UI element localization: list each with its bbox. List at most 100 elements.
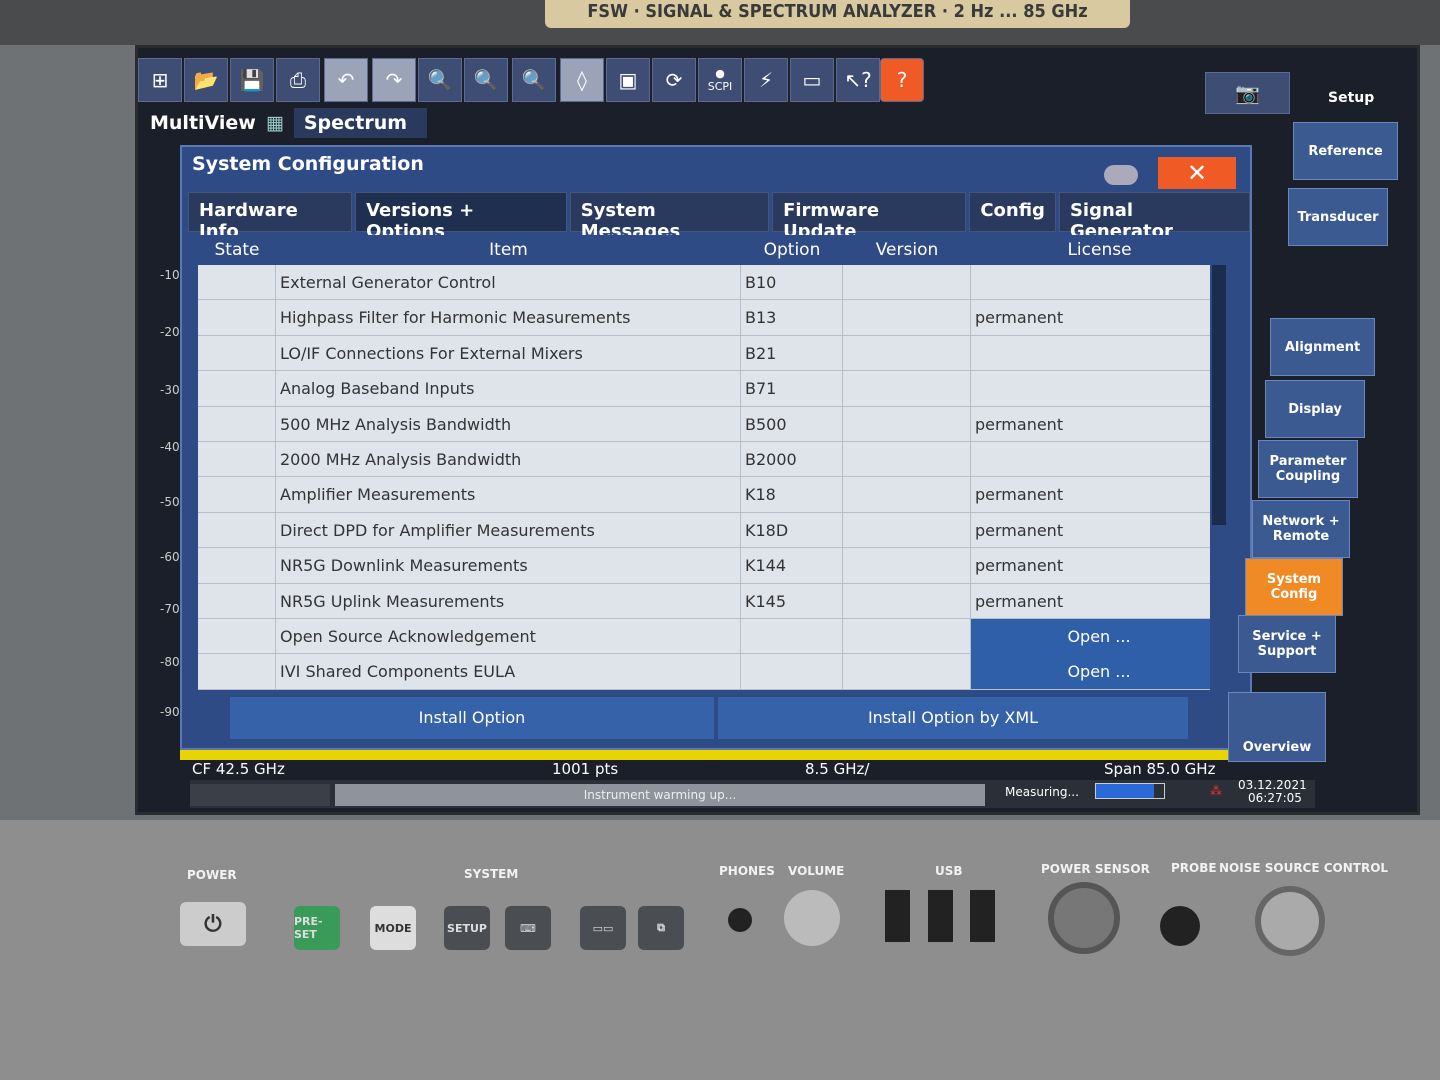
softkey-system-config[interactable]: System Config [1245,558,1343,616]
table-row[interactable]: IVI Shared Components EULA Open ... [198,654,1228,690]
phones-label: PHONES [719,864,775,878]
option-cell: K145 [741,583,843,619]
version-cell [843,300,971,336]
table-row[interactable]: Direct DPD for Amplifier Measurements K1… [198,512,1228,549]
windows-icon[interactable]: ⊞ [138,58,182,102]
softkey-display[interactable]: Display [1265,380,1365,438]
option-cell: B13 [741,300,843,336]
table-row[interactable]: Highpass Filter for Harmonic Measurement… [198,300,1228,336]
option-cell: K18 [741,477,843,513]
softkey-alignment[interactable]: Alignment [1270,318,1375,376]
mode-button[interactable]: MODE [370,906,416,950]
network-icon: ⁂ [1210,784,1222,798]
tab-config[interactable]: Config [969,192,1056,232]
table-row[interactable]: NR5G Uplink Measurements K145 permanent [198,583,1228,619]
zoom-icon[interactable]: 🔍 [418,58,462,102]
tab-system-messages[interactable]: System Messages [569,192,770,242]
state-cell [198,265,276,300]
system-label: SYSTEM [464,867,519,881]
marker-icon[interactable]: ◊ [560,58,604,102]
preset-button[interactable]: PRE-SET [294,906,340,950]
col-item: Item [489,240,528,260]
softkey-overview[interactable]: Overview [1228,692,1326,762]
window-toggle-button[interactable]: ⧉ [638,906,684,950]
multiview-tab[interactable]: MultiView [140,112,266,134]
table-row[interactable]: LO/IF Connections For External Mixers B2… [198,335,1228,372]
screenshot-camera-icon[interactable]: 📷 [1205,72,1290,114]
option-cell: B21 [741,335,843,371]
phones-jack [728,908,752,932]
open-folder-icon[interactable]: 📂 [184,58,228,102]
table-row[interactable]: Analog Baseband Inputs B71 [198,371,1228,407]
license-cell [971,335,1228,371]
status-dropdown-left[interactable] [190,784,330,806]
install-option-xml-button[interactable]: Install Option by XML [718,697,1188,739]
col-version: Version [875,240,939,260]
y-tick: -90 [160,705,180,719]
connect-icon[interactable]: ⚡ [744,58,788,102]
scpi-icon[interactable]: ● SCPI [698,58,742,102]
softkey-network-remote[interactable]: Network + Remote [1252,500,1350,558]
y-tick: -10 [160,268,180,282]
setup-button[interactable]: SETUP [444,906,490,950]
item-cell: Direct DPD for Amplifier Measurements [276,512,741,548]
transparency-toggle[interactable] [1104,165,1138,185]
open-button[interactable]: Open ... [971,654,1228,690]
usb-port [885,890,910,942]
scpi-dot-icon: ● [715,67,725,80]
item-cell: 2000 MHz Analysis Bandwidth [276,441,741,477]
softkey-service-support[interactable]: Service + Support [1238,615,1336,673]
status-message[interactable]: Instrument warming up... [335,784,985,806]
y-tick: -60 [160,550,180,564]
tab-firmware-update[interactable]: Firmware Update [772,192,967,242]
softkey-parameter-coupling[interactable]: Parameter Coupling [1258,440,1358,498]
y-tick: -80 [160,655,180,669]
multi-zoom-icon[interactable]: 🔍 [464,58,508,102]
close-button[interactable]: ✕ [1158,157,1236,189]
table-body: External Generator Control B10 Highpass … [198,265,1228,690]
front-panel: POWER SYSTEM PHONES VOLUME USB POWER SEN… [0,820,1440,1080]
open-button[interactable]: Open ... [971,618,1228,654]
scrollbar-thumb[interactable] [1212,265,1226,525]
fullscreen-icon[interactable]: ▣ [606,58,650,102]
state-cell [198,406,276,442]
softkey-transducer[interactable]: Transducer [1288,188,1388,246]
power-button[interactable]: ⏻ [180,902,246,946]
channel-tabs: MultiView ▦ Spectrum [140,105,428,141]
tab-hardware-info[interactable]: Hardware Info [188,192,353,242]
measuring-progress [1095,783,1165,799]
undo-icon[interactable]: ↶ [324,58,368,102]
setup-label[interactable]: Setup [1328,90,1374,106]
display-icon[interactable]: ▭ [790,58,834,102]
table-row[interactable]: External Generator Control B10 [198,265,1228,301]
save-icon[interactable]: 💾 [230,58,274,102]
install-option-button[interactable]: Install Option [230,697,714,739]
zoom-off-icon[interactable]: 🔍 [512,58,556,102]
display-toggle-button[interactable]: ▭▭ [580,906,626,950]
help-icon[interactable]: ? [880,58,924,102]
sweep-points: 1001 pts [552,760,619,778]
spectrum-tab[interactable]: Spectrum [293,108,428,138]
version-cell [843,406,971,442]
table-row[interactable]: NR5G Downlink Measurements K144 permanen… [198,548,1228,584]
usb-port [970,890,995,942]
print-icon[interactable]: ⎙ [276,58,320,102]
sequencer-icon[interactable]: ⟳ [652,58,696,102]
tab-versions-options[interactable]: Versions + Options [355,192,567,242]
table-scrollbar[interactable] [1210,235,1228,690]
window-icon: ⧉ [657,921,665,934]
softkey-reference[interactable]: Reference [1293,122,1398,180]
tab-signal-generator[interactable]: Signal Generator [1058,192,1250,242]
context-help-icon[interactable]: ↖? [836,58,880,102]
state-cell [198,441,276,477]
volume-knob[interactable] [784,890,840,946]
table-row[interactable]: 2000 MHz Analysis Bandwidth B2000 [198,441,1228,478]
table-row[interactable]: Amplifier Measurements K18 permanent [198,477,1228,513]
redo-icon[interactable]: ↷ [372,58,416,102]
keyboard-button[interactable]: ⌨ [505,906,551,950]
state-cell [198,335,276,371]
option-cell: B10 [741,265,843,300]
license-cell: permanent [971,477,1228,513]
table-row[interactable]: 500 MHz Analysis Bandwidth B500 permanen… [198,406,1228,442]
table-row[interactable]: Open Source Acknowledgement Open ... [198,618,1228,655]
